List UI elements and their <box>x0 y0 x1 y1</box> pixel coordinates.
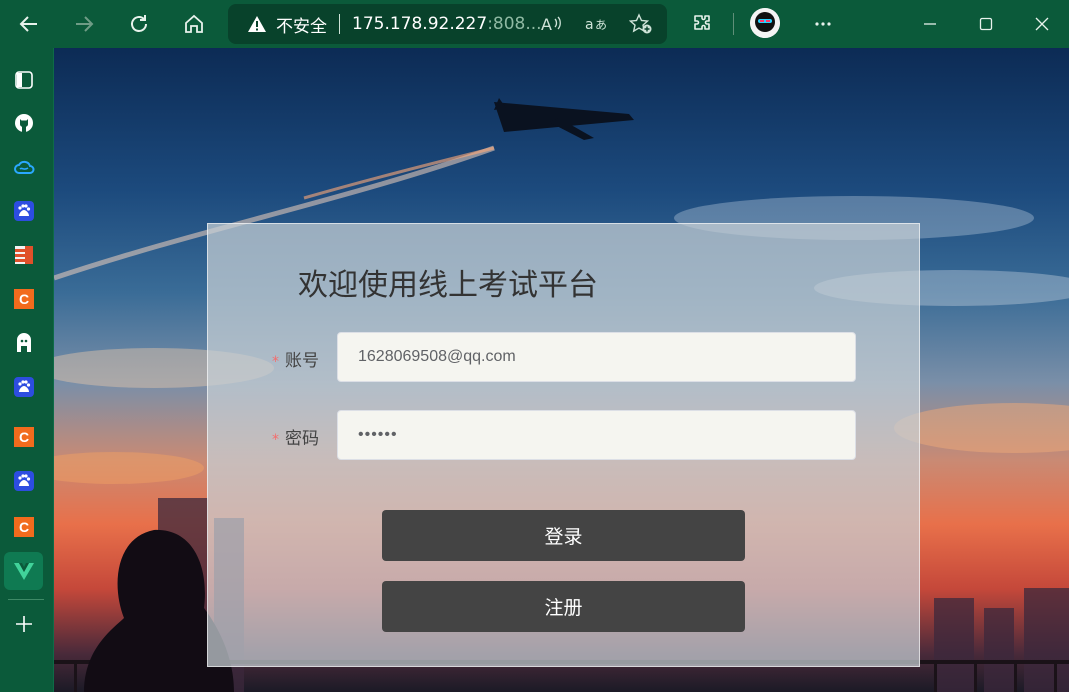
address-bar[interactable]: 不安全 175.178.92.227:808... A aあ <box>228 4 667 44</box>
page-background: 欢迎使用线上考试平台 * 账号 1628069508@qq.com * 密码 •••… <box>54 48 1069 692</box>
cloud-icon[interactable] <box>11 154 37 180</box>
vue-icon[interactable] <box>4 552 43 590</box>
close-icon[interactable] <box>1024 6 1060 42</box>
profile-app-icon[interactable] <box>11 330 37 356</box>
login-panel: 欢迎使用线上考试平台 * 账号 1628069508@qq.com * 密码 •••… <box>207 223 920 667</box>
svg-text:あ: あ <box>595 18 607 32</box>
vertical-sidebar: C C C <box>0 48 54 692</box>
required-mark: * <box>272 354 279 370</box>
login-button[interactable]: 登录 <box>382 510 745 561</box>
svg-text:a: a <box>585 17 594 33</box>
url-host[interactable]: 175.178.92.227 <box>352 14 487 34</box>
sidebar-divider <box>8 599 44 600</box>
favorite-add-icon[interactable] <box>629 13 653 35</box>
password-input[interactable]: •••••• <box>337 410 856 460</box>
register-button[interactable]: 注册 <box>382 581 745 632</box>
translate-icon[interactable]: aあ <box>585 13 609 35</box>
account-input[interactable]: 1628069508@qq.com <box>337 332 856 382</box>
baidu-icon[interactable] <box>11 198 37 224</box>
forward-icon[interactable] <box>66 6 102 42</box>
tab-actions-icon[interactable] <box>11 67 37 93</box>
account-label-text: 账号 <box>285 351 319 371</box>
refresh-icon[interactable] <box>121 6 157 42</box>
csdn-icon[interactable]: C <box>11 514 37 540</box>
github-icon[interactable] <box>11 110 37 136</box>
security-label[interactable]: 不安全 <box>276 12 327 37</box>
read-aloud-icon[interactable]: A <box>540 13 564 35</box>
warning-icon[interactable] <box>246 13 268 35</box>
back-icon[interactable] <box>11 6 47 42</box>
password-label-text: 密码 <box>285 429 319 449</box>
extensions-icon[interactable] <box>684 6 720 42</box>
browser-toolbar: 不安全 175.178.92.227:808... A aあ <box>0 0 1069 48</box>
url-port[interactable]: :808... <box>487 14 541 34</box>
baidu-icon[interactable] <box>11 468 37 494</box>
required-mark: * <box>272 432 279 448</box>
app-icon[interactable] <box>11 242 37 268</box>
more-icon[interactable] <box>805 6 841 42</box>
maximize-icon[interactable] <box>968 6 1004 42</box>
svg-text:A: A <box>541 15 552 34</box>
address-divider <box>339 14 340 34</box>
minimize-icon[interactable] <box>912 6 948 42</box>
password-label: * 密码 <box>272 424 319 449</box>
baidu-icon[interactable] <box>11 374 37 400</box>
page-title: 欢迎使用线上考试平台 <box>298 268 598 303</box>
add-icon[interactable] <box>11 611 37 637</box>
account-label: * 账号 <box>272 346 319 371</box>
profile-avatar[interactable] <box>750 8 780 38</box>
home-icon[interactable] <box>176 6 212 42</box>
toolbar-divider <box>733 13 734 35</box>
csdn-icon[interactable]: C <box>11 286 37 312</box>
csdn-icon[interactable]: C <box>11 424 37 450</box>
